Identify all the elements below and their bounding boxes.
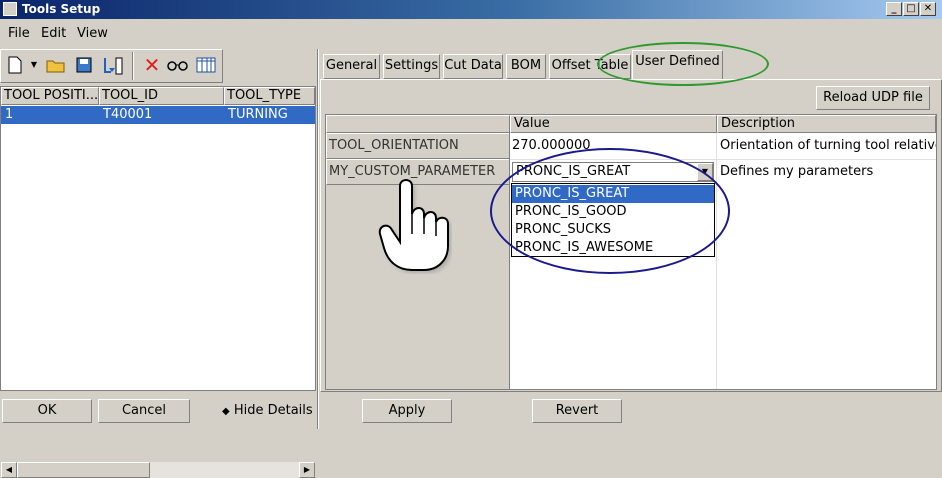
menu-file[interactable]: File (8, 26, 30, 41)
cancel-button[interactable]: Cancel (98, 399, 190, 423)
revert-button[interactable]: Revert (532, 399, 622, 423)
menu-view[interactable]: View (77, 26, 108, 41)
header-blank (326, 115, 510, 133)
tab-general[interactable]: General (323, 54, 380, 79)
grid-line (716, 133, 717, 389)
menu-edit[interactable]: Edit (41, 26, 66, 41)
column-header-tool-position[interactable]: TOOL POSITI... (1, 87, 99, 105)
hide-details-button[interactable]: ◆ Hide Details (222, 403, 313, 418)
grid-line (509, 133, 510, 389)
column-header-value[interactable]: Value (510, 115, 717, 133)
window-title: Tools Setup (22, 2, 101, 16)
table-row[interactable]: 1 T40001 TURNING (1, 106, 315, 124)
app-icon (3, 2, 17, 16)
save-icon[interactable] (72, 53, 96, 79)
minimize-button[interactable]: _ (886, 2, 902, 16)
description-my-custom-parameter: Defines my parameters (720, 164, 874, 179)
splitter[interactable] (317, 49, 319, 429)
hand-cursor-icon (378, 179, 451, 273)
new-file-icon[interactable] (3, 53, 27, 79)
scroll-left-icon[interactable]: ◀ (1, 462, 17, 478)
open-folder-icon[interactable] (44, 53, 68, 79)
horizontal-scrollbar[interactable]: ◀ ▶ (1, 462, 315, 478)
column-header-tool-type[interactable]: TOOL_TYPE (224, 87, 315, 105)
apply-button[interactable]: Apply (362, 399, 452, 423)
scroll-right-icon[interactable]: ▶ (299, 462, 315, 478)
maximize-button[interactable]: □ (903, 2, 919, 16)
glasses-icon[interactable] (166, 53, 190, 79)
blue-highlight-ellipse (490, 148, 730, 274)
cell-tool-position: 1 (5, 107, 14, 122)
scroll-thumb[interactable] (17, 462, 150, 478)
ok-button[interactable]: OK (2, 399, 92, 423)
columns-icon[interactable] (194, 53, 218, 79)
tool-list[interactable]: TOOL POSITI... TOOL_ID TOOL_TYPE 1 T4000… (0, 86, 316, 478)
hide-details-label: Hide Details (233, 403, 313, 418)
reload-udp-button[interactable]: Reload UDP file (816, 86, 930, 110)
diamond-arrow-icon: ◆ (222, 406, 230, 417)
row-label-tool-orientation: TOOL_ORIENTATION (326, 133, 510, 159)
cell-tool-type: TURNING (228, 107, 288, 122)
cell-tool-id: T40001 (103, 107, 153, 122)
import-tools-icon[interactable] (100, 53, 126, 79)
tab-cut-data[interactable]: Cut Data (443, 54, 503, 79)
delete-icon[interactable]: ✕ (140, 53, 164, 79)
column-header-description[interactable]: Description (717, 115, 936, 133)
description-tool-orientation: Orientation of turning tool relative to … (720, 138, 936, 153)
title-bar: Tools Setup _ □ ✕ (0, 0, 942, 19)
toolbar-separator (132, 52, 134, 80)
green-highlight-ellipse (597, 42, 769, 86)
dropdown-arrow-icon[interactable]: ▼ (28, 53, 40, 79)
tab-settings[interactable]: Settings (383, 54, 440, 79)
tab-bom[interactable]: BOM (506, 54, 546, 79)
column-header-tool-id[interactable]: TOOL_ID (99, 87, 224, 105)
close-button[interactable]: ✕ (920, 2, 936, 16)
